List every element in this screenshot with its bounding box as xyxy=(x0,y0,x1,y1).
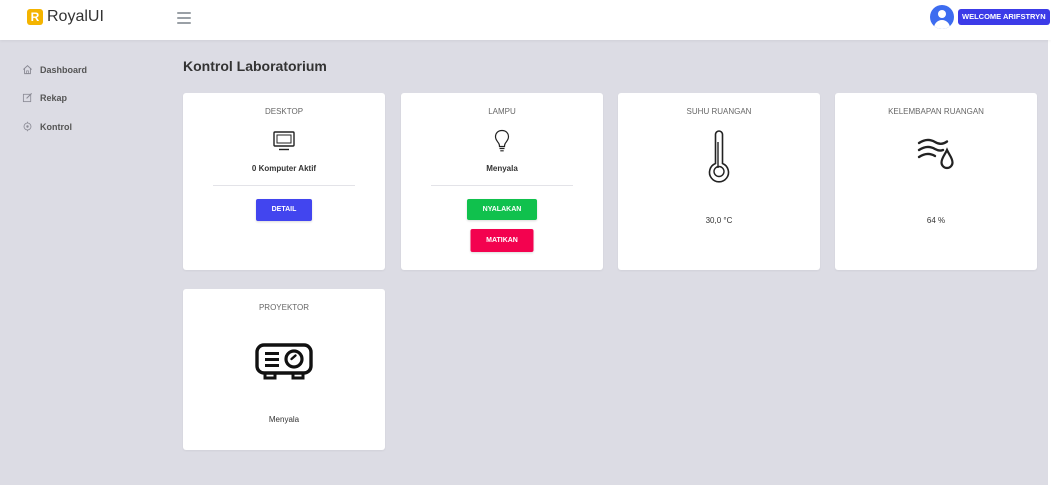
divider xyxy=(431,185,573,186)
desktop-status: 0 Komputer Aktif xyxy=(251,164,317,173)
card-title: PROYEKTOR xyxy=(258,303,310,312)
control-icon xyxy=(21,121,33,133)
proyektor-status: Menyala xyxy=(268,415,300,424)
user-avatar-icon[interactable] xyxy=(930,5,954,29)
card-title: LAMPU xyxy=(488,107,516,116)
suhu-card: SUHU RUANGAN 30,0 °C xyxy=(618,93,820,270)
welcome-user-badge[interactable]: WELCOME ARIFSTRYN xyxy=(958,9,1050,25)
sidebar-item-label: Kontrol xyxy=(40,122,72,132)
humidity-icon xyxy=(916,136,956,177)
page-title: Kontrol Laboratorium xyxy=(183,58,327,74)
thermometer-icon xyxy=(707,130,731,189)
brand-name: RoyalUI xyxy=(47,8,104,25)
brand-logo[interactable]: R RoyalUI xyxy=(27,8,104,26)
projector-icon xyxy=(255,343,313,386)
kelembapan-card: KELEMBAPAN RUANGAN 64 % xyxy=(835,93,1037,270)
sidebar-item-rekap[interactable]: Rekap xyxy=(21,92,67,104)
monitor-icon xyxy=(273,131,295,156)
desktop-card: DESKTOP 0 Komputer Aktif DETAIL xyxy=(183,93,385,270)
sidebar-item-label: Dashboard xyxy=(40,65,88,75)
sidebar-item-dashboard[interactable]: Dashboard xyxy=(21,64,87,76)
matikan-button[interactable]: MATIKAN xyxy=(470,229,534,252)
lampu-card: LAMPU Menyala NYALAKAN MATIKAN xyxy=(401,93,603,270)
sidebar-item-kontrol[interactable]: Kontrol xyxy=(21,121,72,133)
brand-logo-mark: R xyxy=(27,9,43,25)
kelembapan-value: 64 % xyxy=(926,216,946,225)
card-title: SUHU RUANGAN xyxy=(686,107,752,116)
detail-button[interactable]: DETAIL xyxy=(256,199,312,221)
lampu-status: Menyala xyxy=(486,164,518,173)
sidebar-item-label: Rekap xyxy=(40,93,68,103)
top-navbar: R RoyalUI WELCOME ARIFSTRYN xyxy=(0,0,1051,40)
lightbulb-icon xyxy=(494,129,510,158)
edit-icon xyxy=(21,92,33,104)
proyektor-card: PROYEKTOR Menyala xyxy=(183,289,385,450)
menu-toggle-icon[interactable] xyxy=(177,12,191,26)
home-icon xyxy=(21,64,33,76)
divider xyxy=(213,185,355,186)
sidebar: Dashboard Rekap Kontrol xyxy=(0,40,159,485)
suhu-value: 30,0 °C xyxy=(705,216,733,225)
card-title: KELEMBAPAN RUANGAN xyxy=(888,107,984,116)
main-content: Kontrol Laboratorium DESKTOP 0 Komputer … xyxy=(159,40,1051,485)
card-title: DESKTOP xyxy=(264,107,304,116)
nyalakan-button[interactable]: NYALAKAN xyxy=(467,199,537,220)
